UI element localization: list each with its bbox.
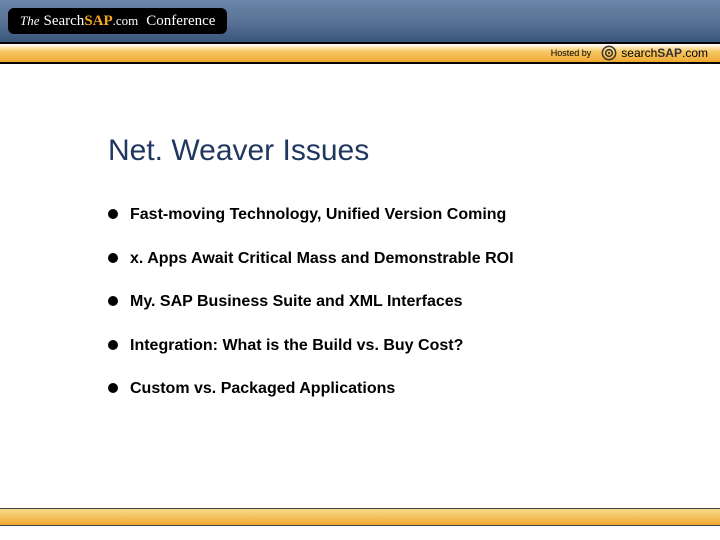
footer-bar [0,508,720,526]
hosted-by-label: Hosted by [551,48,592,58]
badge-search: Search [44,13,85,29]
host-logo-dotcom: .com [682,46,708,60]
host-logo-text: searchSAP.com [621,46,708,60]
host-logo-sap: SAP [657,46,682,60]
badge-sap: SAP [84,13,112,29]
conference-badge: The SearchSAP.com Conference [8,8,227,34]
badge-dotcom: .com [113,13,139,28]
list-item: Integration: What is the Build vs. Buy C… [108,335,650,357]
list-item: x. Apps Await Critical Mass and Demonstr… [108,248,650,270]
host-logo-search: search [621,46,657,60]
list-item: Custom vs. Packaged Applications [108,378,650,400]
header-bar: The SearchSAP.com Conference [0,0,720,42]
badge-the: The [20,13,40,29]
host-logo: searchSAP.com [601,45,708,61]
list-item: Fast-moving Technology, Unified Version … [108,204,650,226]
slide-title: Net. Weaver Issues [108,134,650,168]
list-item: My. SAP Business Suite and XML Interface… [108,291,650,313]
sub-header-band: Hosted by searchSAP.com [0,42,720,64]
target-icon [601,45,617,61]
bullet-list: Fast-moving Technology, Unified Version … [108,204,650,400]
slide-content: Net. Weaver Issues Fast-moving Technolog… [0,64,720,400]
badge-conference: Conference [146,13,215,30]
badge-brand: SearchSAP.com [44,12,139,30]
